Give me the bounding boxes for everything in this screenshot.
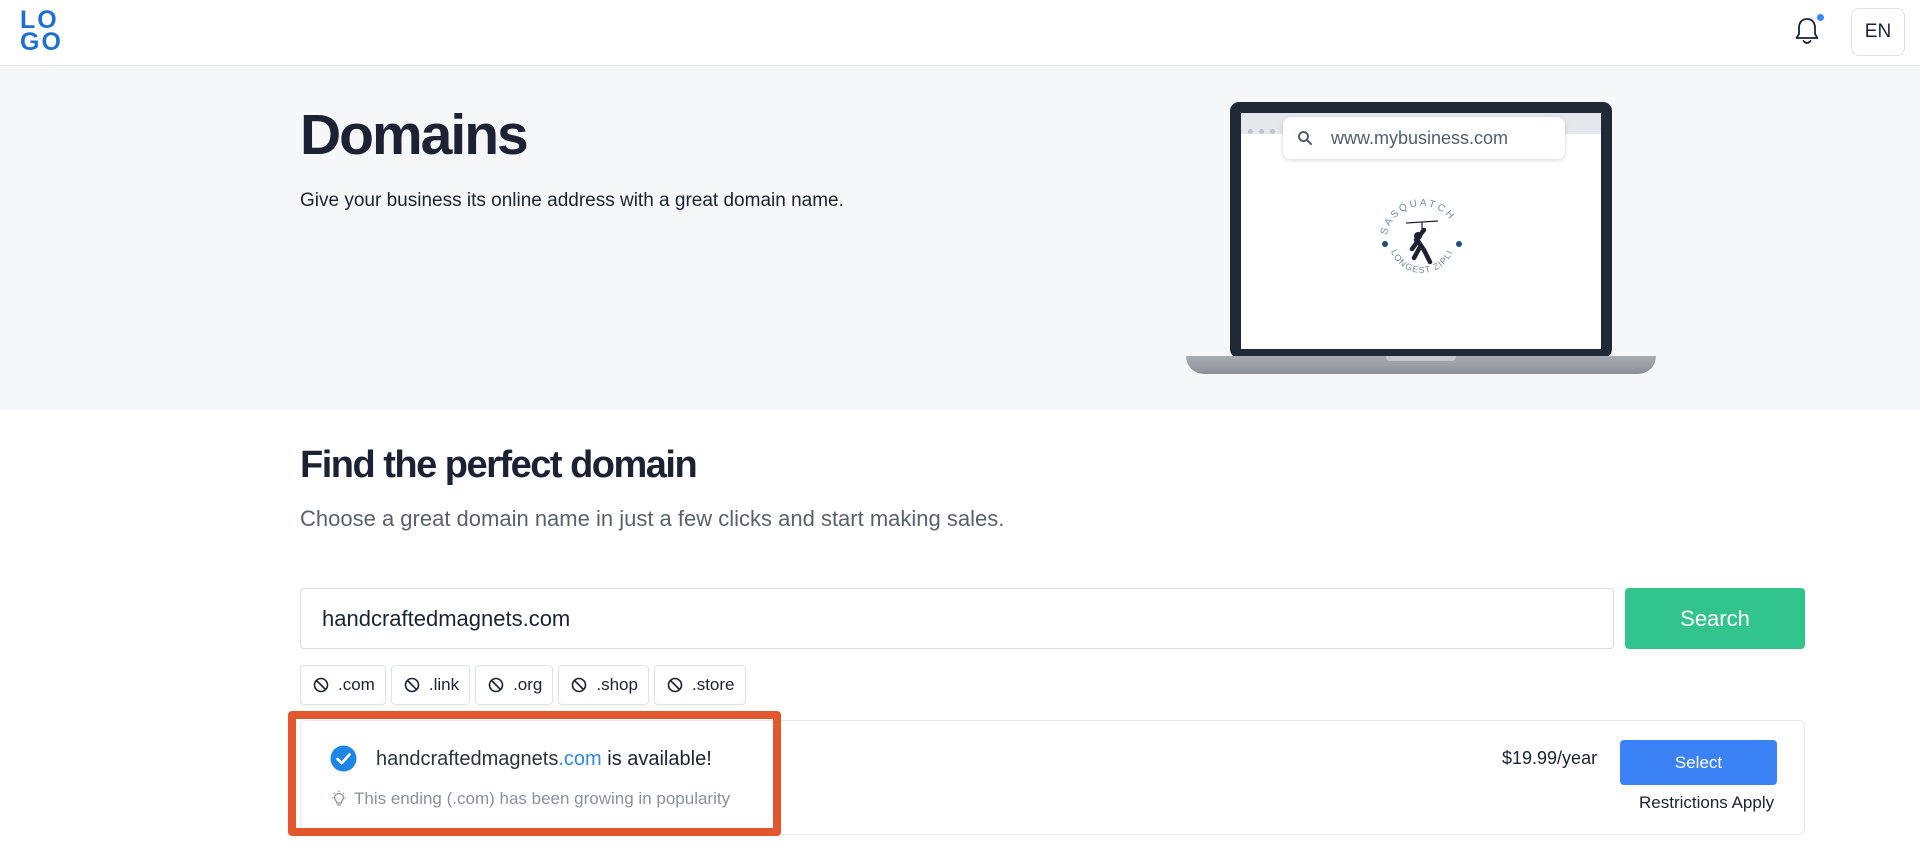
laptop-notch (1386, 356, 1456, 361)
sasquatch-badge-logo: SASQUATCH LONGEST ZIPLINE (1372, 192, 1462, 275)
block-icon (313, 677, 329, 693)
language-selector[interactable]: EN (1851, 8, 1905, 56)
select-domain-button[interactable]: Select (1620, 740, 1777, 785)
highlight-box (288, 711, 781, 836)
tld-filter-link[interactable]: .link (390, 665, 471, 705)
top-bar: LO GO EN (0, 0, 1920, 66)
domain-search-input[interactable] (300, 588, 1614, 649)
block-icon (572, 677, 587, 693)
section-title: Find the perfect domain (300, 444, 698, 486)
restrictions-link[interactable]: Restrictions Apply (1639, 792, 1774, 814)
tld-filter-list: .com .link .org .shop .store (300, 665, 746, 705)
logo[interactable]: LO GO (20, 8, 70, 56)
illustration-url-bar: www.mybusiness.com (1283, 117, 1565, 159)
tld-filter-com[interactable]: .com (300, 665, 386, 705)
tld-filter-label: .store (691, 675, 735, 694)
result-price: $19.99/year (1502, 748, 1598, 768)
tld-filter-label: .org (513, 675, 543, 694)
svg-text:SASQUATCH: SASQUATCH (1379, 198, 1458, 236)
block-icon (404, 677, 420, 693)
tld-filter-label: .link (428, 675, 460, 694)
page-title: Domains (300, 103, 529, 167)
tld-filter-label: .com (338, 675, 375, 694)
block-icon (667, 677, 683, 693)
search-icon (1298, 131, 1312, 145)
block-icon (488, 677, 504, 693)
laptop-illustration: www.mybusiness.com SASQUATCH LONGEST ZIP… (1186, 102, 1656, 380)
page-subtitle: Give your business its online address wi… (300, 190, 844, 211)
section-subtitle: Choose a great domain name in just a few… (300, 506, 1005, 531)
tld-filter-org[interactable]: .org (475, 665, 554, 705)
badge-top-text: SASQUATCH (1379, 198, 1455, 236)
illustration-url-text: www.mybusiness.com (1331, 128, 1509, 148)
tld-filter-store[interactable]: .store (653, 665, 746, 705)
notification-dot (1817, 14, 1824, 21)
tld-filter-shop[interactable]: .shop (558, 665, 649, 705)
search-button[interactable]: Search (1625, 588, 1805, 649)
logo-bottom-text: GO (20, 28, 63, 56)
browser-dots (1248, 121, 1288, 134)
tld-filter-label: .shop (596, 675, 638, 694)
